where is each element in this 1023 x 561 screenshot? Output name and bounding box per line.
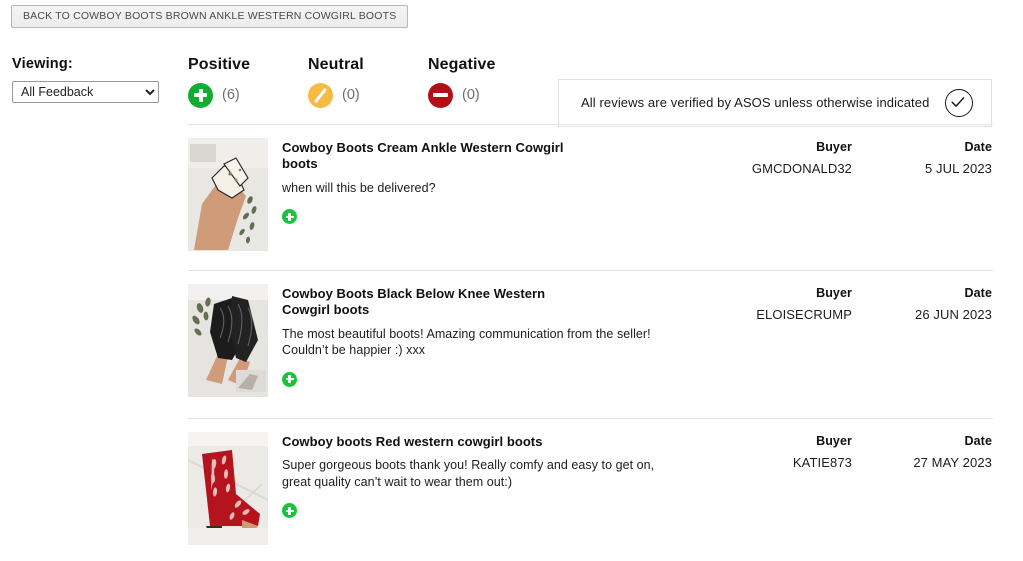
date-column-header: Date — [964, 140, 992, 154]
verified-reviews-banner: All reviews are verified by ASOS unless … — [558, 78, 992, 127]
review-content: Cowboy Boots Cream Ankle Western Cowgirl… — [282, 138, 702, 224]
review-date-column: Date 5 JUL 2023 — [852, 138, 992, 176]
review-date-column: Date 26 JUN 2023 — [852, 284, 992, 322]
review-buyer-column: Buyer GMCDONALD32 — [702, 138, 852, 176]
summary-neutral-row: (0) — [308, 82, 364, 108]
review-comment: when will this be delivered? — [282, 180, 436, 195]
table-row[interactable]: Cowboy Boots Cream Ankle Western Cowgirl… — [188, 125, 993, 270]
table-row[interactable]: Cowboy Boots Black Below Knee Western Co… — [188, 271, 993, 418]
review-buyer-column: Buyer KATIE873 — [702, 432, 852, 470]
summary-negative-title: Negative — [428, 55, 496, 73]
black-below-knee-cowgirl-boots-thumbnail[interactable] — [188, 284, 268, 397]
summary-negative-row: (0) — [428, 82, 496, 108]
back-to-listing-button[interactable]: BACK TO COWBOY BOOTS BROWN ANKLE WESTERN… — [11, 5, 409, 28]
cream-ankle-cowgirl-boots-thumbnail[interactable] — [188, 138, 268, 251]
review-buyer-column: Buyer ELOISECRUMP — [702, 284, 852, 322]
feedback-review-list: Cowboy Boots Cream Ankle Western Cowgirl… — [188, 124, 993, 561]
review-product-title[interactable]: Cowboy Boots Cream Ankle Western Cowgirl… — [282, 140, 582, 173]
review-sentiment-plus-icon — [282, 371, 297, 387]
review-product-title[interactable]: Cowboy Boots Black Below Knee Western Co… — [282, 286, 582, 319]
viewing-label: Viewing: — [12, 55, 73, 72]
red-western-cowgirl-boots-thumbnail[interactable] — [188, 432, 268, 545]
slash-circle-icon — [308, 82, 333, 108]
review-sentiment-plus-icon — [282, 209, 297, 224]
review-comment: Super gorgeous boots thank you! Really c… — [282, 458, 655, 489]
buyer-column-header: Buyer — [816, 140, 852, 154]
minus-circle-icon — [428, 82, 453, 108]
review-product-title[interactable]: Cowboy boots Red western cowgirl boots — [282, 434, 582, 450]
review-buyer-name: ELOISECRUMP — [756, 307, 852, 322]
summary-positive-title: Positive — [188, 55, 251, 73]
summary-positive-count: (6) — [222, 87, 240, 103]
table-row[interactable]: Cowboy boots Red western cowgirl boots S… — [188, 419, 993, 561]
summary-positive: Positive (6) — [188, 56, 250, 108]
summary-negative-count: (0) — [462, 87, 480, 103]
review-comment: The most beautiful boots! Amazing commun… — [282, 326, 651, 358]
review-buyer-name: KATIE873 — [792, 455, 852, 470]
review-date-value: 5 JUL 2023 — [924, 161, 992, 176]
summary-neutral: Neutral (0) — [308, 56, 364, 108]
review-content: Cowboy Boots Black Below Knee Western Co… — [282, 284, 702, 387]
review-date-column: Date 27 MAY 2023 — [852, 432, 992, 470]
buyer-column-header: Buyer — [816, 286, 852, 300]
summary-neutral-title: Neutral — [308, 55, 364, 73]
review-content: Cowboy boots Red western cowgirl boots S… — [282, 432, 702, 519]
feedback-summary-bar: Viewing: All Feedback Positive (6) Neutr… — [0, 28, 1023, 127]
back-button-container: BACK TO COWBOY BOOTS BROWN ANKLE WESTERN… — [0, 0, 1023, 28]
feedback-filter-select[interactable]: All Feedback — [12, 80, 159, 103]
review-sentiment-plus-icon — [282, 503, 297, 519]
check-circle-icon — [945, 88, 973, 117]
viewing-filter-block: Viewing: All Feedback — [12, 56, 172, 103]
summary-negative: Negative (0) — [428, 56, 496, 108]
review-date-value: 27 MAY 2023 — [913, 455, 992, 470]
summary-neutral-count: (0) — [342, 87, 360, 103]
buyer-column-header: Buyer — [816, 434, 852, 448]
summary-positive-row: (6) — [188, 82, 250, 108]
review-date-value: 26 JUN 2023 — [915, 307, 992, 322]
verified-reviews-text: All reviews are verified by ASOS unless … — [581, 95, 930, 110]
date-column-header: Date — [964, 286, 992, 300]
plus-circle-icon — [188, 82, 213, 108]
date-column-header: Date — [964, 434, 992, 448]
review-buyer-name: GMCDONALD32 — [751, 161, 852, 176]
